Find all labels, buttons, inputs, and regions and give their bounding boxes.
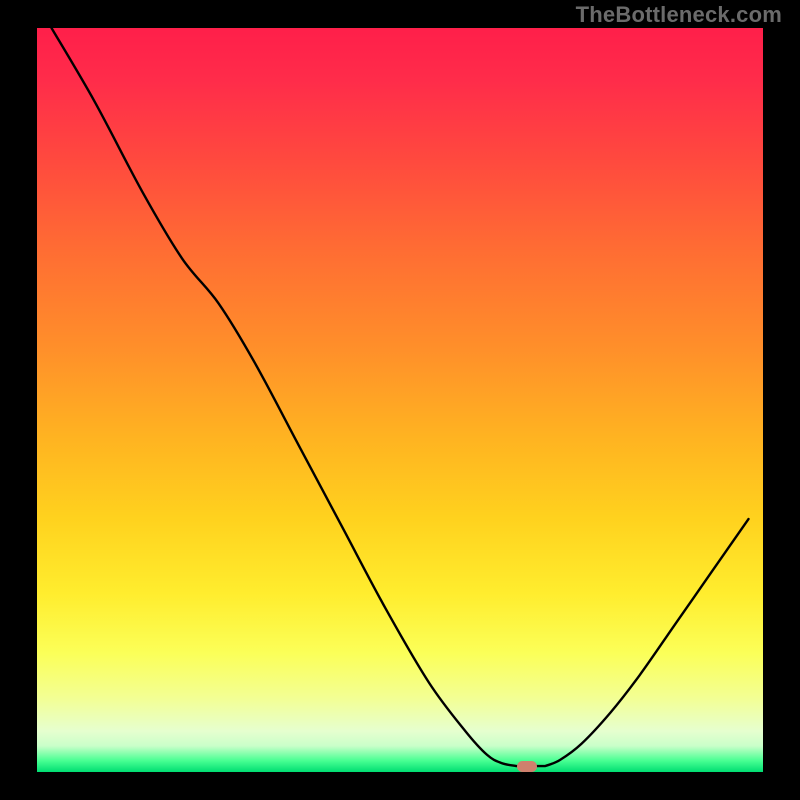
optimal-marker — [517, 761, 537, 772]
gradient-background — [37, 28, 763, 772]
chart-frame: TheBottleneck.com — [0, 0, 800, 800]
watermark-text: TheBottleneck.com — [576, 2, 782, 28]
bottleneck-plot — [37, 28, 763, 772]
